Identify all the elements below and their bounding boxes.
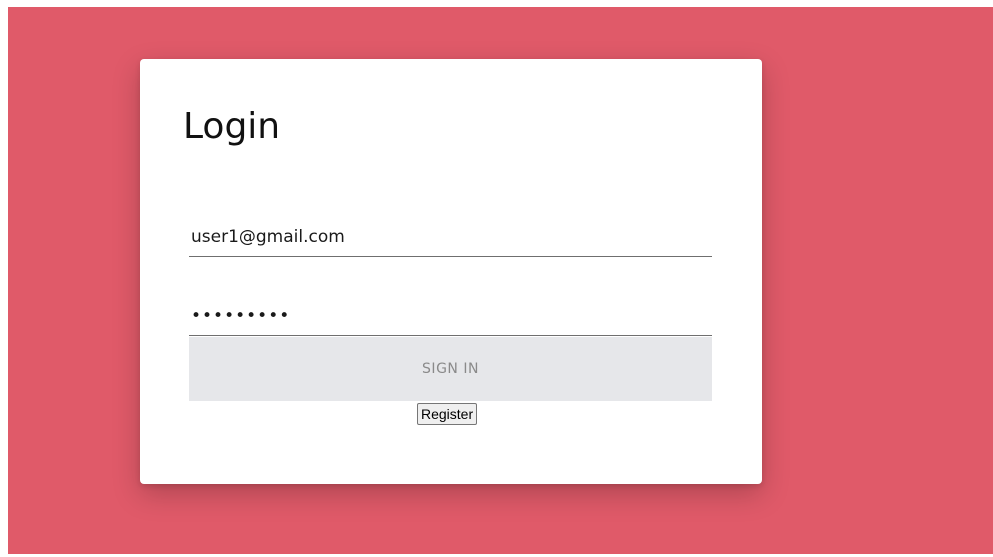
register-button[interactable]: Register	[417, 403, 478, 425]
sign-in-button[interactable]: SIGN IN	[189, 337, 712, 401]
password-field[interactable]	[189, 296, 712, 336]
login-card: Login SIGN IN Register	[140, 59, 762, 484]
email-field[interactable]	[189, 217, 712, 257]
page-background: Login SIGN IN Register	[8, 7, 993, 554]
login-title: Login	[183, 106, 281, 147]
